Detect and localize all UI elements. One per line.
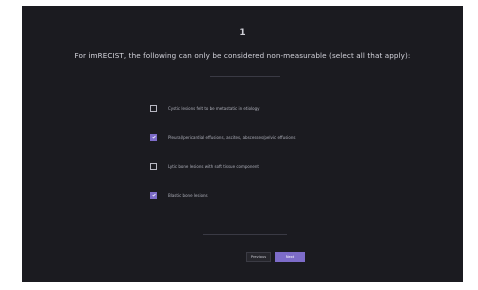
checkbox[interactable]	[150, 133, 157, 141]
button-bar: Previous Next	[246, 252, 305, 262]
option-3[interactable]: Lytic bone lesions with soft tissue comp…	[150, 160, 410, 172]
checkbox[interactable]	[150, 104, 157, 112]
option-2[interactable]: Pleural/pericardial effusions, ascites, …	[150, 131, 410, 143]
previous-button[interactable]: Previous	[246, 252, 271, 262]
check-icon	[151, 193, 156, 197]
option-label: Pleural/pericardial effusions, ascites, …	[168, 134, 296, 140]
option-1[interactable]: Cystic lesions felt to be metastatic in …	[150, 102, 410, 114]
option-4[interactable]: Blastic bone lesions	[150, 189, 410, 201]
divider-bottom	[203, 234, 287, 235]
divider-top	[210, 76, 280, 77]
checkbox[interactable]	[150, 162, 157, 170]
question-text: For imRECIST, the following can only be …	[74, 51, 411, 60]
option-label: Lytic bone lesions with soft tissue comp…	[168, 163, 259, 169]
question-number: 1	[239, 28, 246, 38]
option-label: Cystic lesions felt to be metastatic in …	[168, 105, 260, 111]
question-panel: 1 For imRECIST, the following can only b…	[22, 6, 463, 282]
options-list: Cystic lesions felt to be metastatic in …	[150, 102, 410, 218]
option-label: Blastic bone lesions	[168, 192, 208, 198]
check-icon	[151, 135, 156, 139]
next-button[interactable]: Next	[275, 252, 305, 262]
checkbox[interactable]	[150, 191, 157, 199]
